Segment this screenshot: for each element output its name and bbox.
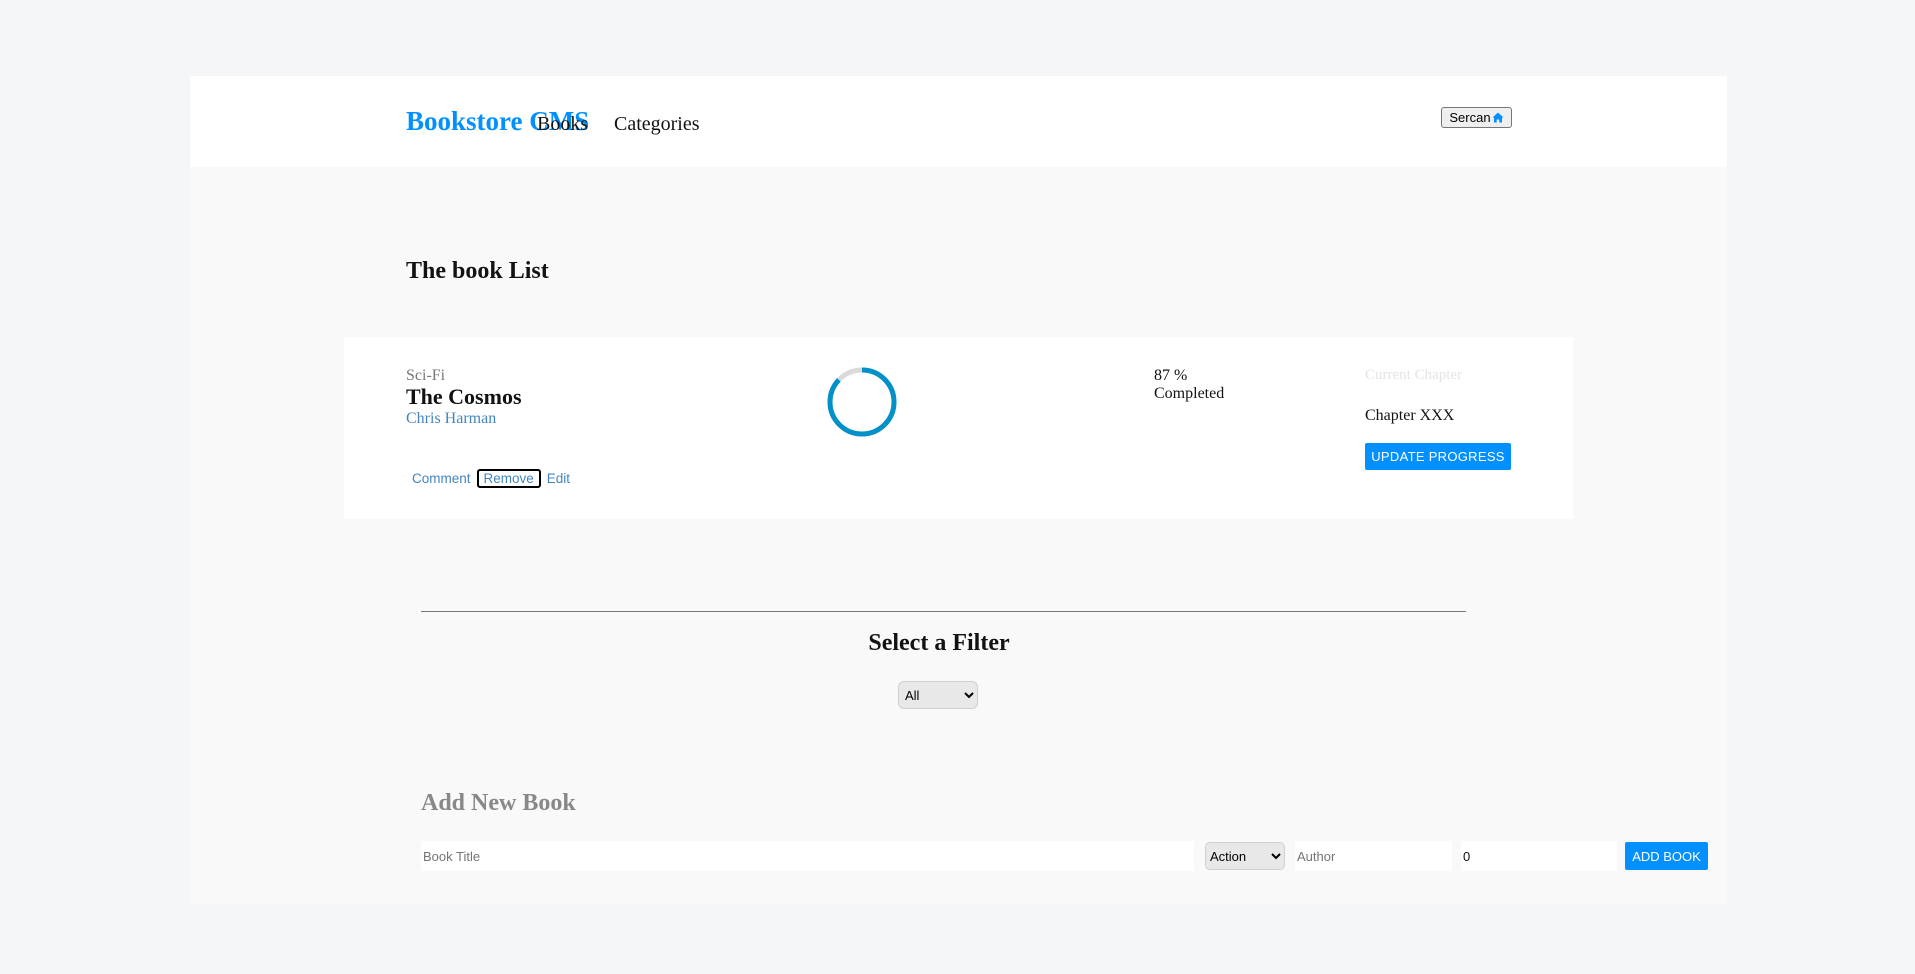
filter-heading: Select a Filter xyxy=(868,630,1010,656)
update-progress-button[interactable]: UPDATE PROGRESS xyxy=(1365,443,1511,470)
progress-percent: 87 % xyxy=(1154,367,1188,384)
user-button-label: Sercan xyxy=(1449,110,1491,125)
nav-link-books[interactable]: Books xyxy=(537,113,588,136)
progress-completed-label: Completed xyxy=(1154,385,1225,402)
add-book-heading: Add New Book xyxy=(421,790,576,816)
page-title: The book List xyxy=(406,258,549,284)
book-card: Sci-Fi The Cosmos Chris Harman Comment R… xyxy=(344,337,1573,519)
navbar: Bookstore CMS Books Categories Sercan xyxy=(190,76,1727,167)
current-chapter-label: Current Chapter xyxy=(1365,367,1463,383)
progress-percent-block: 87 % Completed xyxy=(1154,367,1224,403)
user-button[interactable]: Sercan xyxy=(1441,107,1512,128)
book-author[interactable]: Chris Harman xyxy=(406,410,496,428)
book-genre: Sci-Fi xyxy=(406,367,446,384)
current-chapter-value: Chapter XXX xyxy=(1365,407,1455,424)
remove-button[interactable]: Remove xyxy=(476,469,541,488)
comment-button[interactable]: Comment xyxy=(406,470,477,487)
divider xyxy=(421,611,1466,612)
edit-button[interactable]: Edit xyxy=(541,470,576,487)
book-actions: Comment Remove Edit xyxy=(406,469,576,488)
home-icon xyxy=(1492,112,1504,123)
filter-select[interactable]: All xyxy=(898,681,978,709)
add-book-button[interactable]: ADD BOOK xyxy=(1625,842,1708,870)
progress-input[interactable] xyxy=(1461,841,1617,871)
book-title: The Cosmos xyxy=(406,384,522,409)
category-select[interactable]: Action xyxy=(1205,842,1285,870)
book-title-input[interactable] xyxy=(421,841,1194,871)
nav-link-categories[interactable]: Categories xyxy=(614,113,700,136)
progress-ring xyxy=(827,367,897,437)
app-container: Bookstore CMS Books Categories Sercan Th… xyxy=(190,76,1727,904)
author-input[interactable] xyxy=(1295,841,1452,871)
